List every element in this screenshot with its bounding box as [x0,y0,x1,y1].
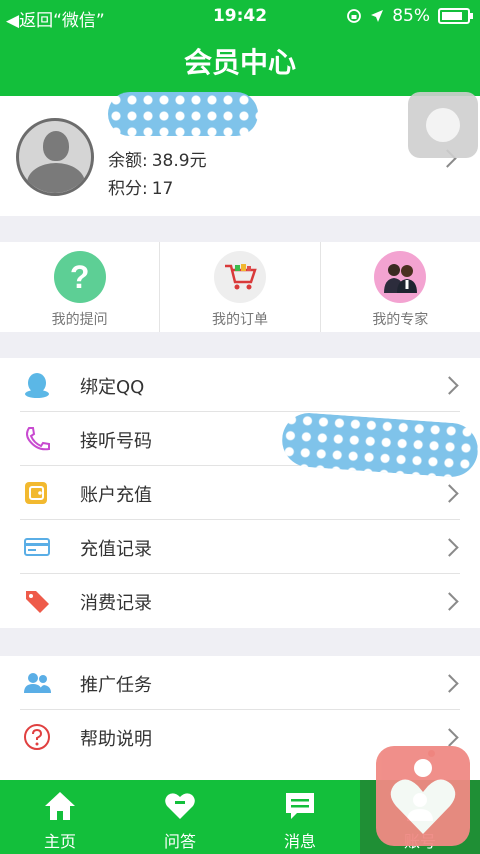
home-icon [45,792,75,820]
balance-label: 余额: [108,151,148,171]
chevron-right-icon [440,538,459,557]
quick-label: 我的提问 [51,312,108,328]
battery-percent: 85% [392,6,430,26]
chevron-right-icon [440,592,459,611]
quick-my-questions[interactable]: ? 我的提问 [0,242,161,332]
quick-my-orders[interactable]: 我的订单 [160,242,321,332]
chevron-right-icon [440,376,459,395]
qq-icon [25,373,49,398]
phone-icon [26,427,50,451]
menu-item-spending-records[interactable]: 消费记录 [0,574,480,628]
tab-home[interactable]: 主页 [0,780,120,854]
floating-heart-button[interactable] [376,746,470,846]
quick-actions: ? 我的提问 我的订单 我的专家 [0,242,480,332]
menu-label: 接听号码 [80,431,152,452]
avatar[interactable] [16,118,94,196]
points-value: 17 [151,179,174,199]
tab-label: 主页 [43,832,76,851]
menu-group-account: 绑定QQ 接听号码 账户充值 充值记录 消费记录 [0,358,480,628]
users-icon [24,673,51,693]
tab-label: 消息 [283,832,316,851]
chevron-right-icon [440,674,459,693]
message-icon [286,793,314,819]
location-arrow-icon [371,10,384,22]
quick-my-experts[interactable]: 我的专家 [321,242,480,332]
tab-qa[interactable]: 问答 [120,780,240,854]
question-icon: ? [53,251,106,303]
qa-icon [165,793,195,819]
balance-value: 38.9元 [151,151,207,171]
menu-label: 绑定QQ [80,377,145,398]
chevron-right-icon [440,728,459,747]
menu-item-bind-qq[interactable]: 绑定QQ [0,358,480,412]
menu-label: 消费记录 [80,593,152,614]
menu-label: 充值记录 [80,539,152,560]
page-title: 会员中心 [0,34,480,96]
menu-item-recharge-records[interactable]: 充值记录 [0,520,480,574]
help-icon [24,724,50,750]
heart-icon [390,759,456,834]
experts-icon [374,251,427,303]
menu-label: 账户充值 [80,485,152,506]
tag-icon [26,591,49,613]
status-right: 85% [346,6,473,26]
battery-icon [438,8,473,24]
points-line: 积分: 17 [108,174,173,199]
chevron-right-icon [440,484,459,503]
redacted-username [108,92,258,136]
orientation-lock-icon [347,9,362,23]
points-label: 积分: [108,179,148,199]
tab-messages[interactable]: 消息 [240,780,360,854]
floating-assistive-button[interactable] [408,92,478,158]
menu-label: 帮助说明 [80,729,152,750]
cart-icon [213,251,266,303]
balance-line: 余额: 38.9元 [108,146,207,171]
card-icon [24,538,50,556]
quick-label: 我的专家 [372,312,429,328]
wallet-icon [25,482,47,504]
menu-item-promotion-tasks[interactable]: 推广任务 [0,656,480,710]
quick-label: 我的订单 [211,312,268,328]
menu-label: 推广任务 [80,675,152,696]
status-bar: ◀返回“微信” 19:42 85% [0,0,480,34]
tab-label: 问答 [163,832,196,851]
